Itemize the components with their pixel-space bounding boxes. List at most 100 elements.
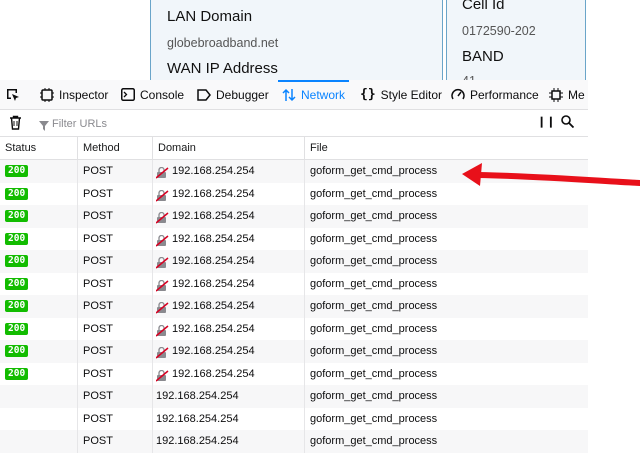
file-cell: goform_get_cmd_process xyxy=(310,390,438,402)
domain-cell: 192.168.254.254 xyxy=(153,205,305,228)
domain-text: 192.168.254.254 xyxy=(172,187,255,200)
console-icon xyxy=(121,88,135,101)
status-badge: 200 xyxy=(5,300,29,313)
domain-text: 192.168.254.254 xyxy=(172,300,255,312)
tab-label: Style Editor xyxy=(380,87,443,102)
tab-debugger[interactable]: Debugger xyxy=(197,80,269,109)
table-row[interactable]: 200 POST 192.168.254.254 goform_get_cmd_pro… xyxy=(0,205,588,228)
table-row[interactable]: 200 POST 192.168.254.254 goform_get_cmd_pro… xyxy=(0,362,588,385)
column-domain[interactable]: Domain xyxy=(153,137,305,159)
table-row[interactable]: 200 POST 192.168.254.254 goform_get_cmd_pro… xyxy=(0,160,588,183)
table-row[interactable]: 200 POST 192.168.254.254 goform_get_cmd_pro… xyxy=(0,340,588,363)
file-cell: goform_get_cmd_process xyxy=(310,322,438,335)
status-cell xyxy=(0,385,78,408)
search-icon[interactable] xyxy=(561,115,575,133)
domain-cell: 192.168.254.254 xyxy=(153,272,305,295)
status-cell: 200 xyxy=(0,160,78,183)
tab-label: Debugger xyxy=(216,87,269,102)
method-cell: POST xyxy=(78,205,153,228)
tab-console[interactable]: Console xyxy=(121,80,184,109)
inspector-icon xyxy=(40,87,54,102)
domain-cell: 192.168.254.254 xyxy=(153,182,305,205)
domain-cell: 192.168.254.254 xyxy=(153,362,305,385)
tab-network[interactable]: Network xyxy=(277,80,350,109)
domain-text: 192.168.254.254 xyxy=(172,255,255,267)
file-cell: goform_get_cmd_process xyxy=(310,232,438,245)
cell-id-value: 0172590-202 xyxy=(462,24,536,38)
tab-memory[interactable]: Me xyxy=(549,80,585,109)
domain-text: 192.168.254.254 xyxy=(172,322,255,335)
table-row[interactable]: 200 POST 192.168.254.254 goform_get_cmd_pro… xyxy=(0,182,588,205)
status-badge: 200 xyxy=(5,165,29,178)
tab-performance[interactable]: Performance xyxy=(451,80,539,109)
filter-urls-input[interactable] xyxy=(34,114,544,134)
column-status[interactable]: Status xyxy=(0,137,78,159)
domain-text: 192.168.254.254 xyxy=(172,345,255,357)
status-cell xyxy=(0,430,78,453)
column-method[interactable]: Method xyxy=(78,137,153,159)
domain-text: 192.168.254.254 xyxy=(172,367,255,380)
table-row[interactable]: 200 POST 192.168.254.254 goform_get_cmd_pro… xyxy=(0,295,588,318)
method-cell: POST xyxy=(78,295,153,318)
tab-label: Inspector xyxy=(59,87,109,102)
trash-icon[interactable] xyxy=(9,115,22,135)
insecure-connection-icon xyxy=(155,368,169,382)
status-cell: 200 xyxy=(0,250,78,273)
file-cell: goform_get_cmd_process xyxy=(310,345,438,357)
cell-info-card: Cell Id 0172590-202 BAND 41 xyxy=(446,0,586,80)
network-requests-table: Status Method Domain File 200 POST 192.168… xyxy=(0,137,588,453)
domain-text: 192.168.254.254 xyxy=(156,412,239,425)
status-badge: 200 xyxy=(5,345,29,358)
table-row[interactable]: POST 192.168.254.254 goform_get_cmd_proces… xyxy=(0,430,588,453)
file-cell: goform_get_cmd_process xyxy=(310,412,438,425)
domain-text: 192.168.254.254 xyxy=(156,390,239,402)
cell-id-label: Cell Id xyxy=(462,0,505,13)
insecure-connection-icon xyxy=(155,278,169,292)
tab-label: Network xyxy=(301,87,346,102)
tab-style-editor[interactable]: {} Style Editor xyxy=(360,80,442,109)
tab-label: Performance xyxy=(470,87,539,102)
domain-cell: 192.168.254.254 xyxy=(153,340,305,363)
domain-cell: 192.168.254.254 xyxy=(153,160,305,183)
column-file[interactable]: File xyxy=(305,137,588,159)
insecure-connection-icon xyxy=(155,323,169,337)
status-badge: 200 xyxy=(5,187,29,200)
status-cell: 200 xyxy=(0,295,78,318)
performance-icon xyxy=(451,88,465,102)
file-cell: goform_get_cmd_process xyxy=(310,300,438,312)
status-badge: 200 xyxy=(5,210,29,223)
table-row[interactable]: 200 POST 192.168.254.254 goform_get_cmd_pro… xyxy=(0,272,588,295)
file-cell: goform_get_cmd_process xyxy=(310,435,438,447)
table-row[interactable]: POST 192.168.254.254 goform_get_cmd_proces… xyxy=(0,407,588,430)
method-cell: POST xyxy=(78,317,153,340)
table-row[interactable]: 200 POST 192.168.254.254 goform_get_cmd_pro… xyxy=(0,227,588,250)
tab-inspector[interactable]: Inspector xyxy=(40,80,108,109)
status-cell: 200 xyxy=(0,317,78,340)
web-page-content: LAN Domain globebroadband.net WAN IP Add… xyxy=(0,0,640,80)
file-cell: goform_get_cmd_process xyxy=(310,187,438,200)
page-margin xyxy=(588,80,640,449)
file-cell: goform_get_cmd_process xyxy=(310,367,438,380)
status-badge: 200 xyxy=(5,367,29,380)
table-row[interactable]: POST 192.168.254.254 goform_get_cmd_proces… xyxy=(0,385,588,408)
method-cell: POST xyxy=(78,182,153,205)
insecure-connection-icon xyxy=(155,210,169,224)
method-cell: POST xyxy=(78,250,153,273)
file-cell: goform_get_cmd_process xyxy=(310,210,438,222)
status-badge: 200 xyxy=(5,255,29,268)
method-cell: POST xyxy=(78,362,153,385)
element-picker-icon[interactable] xyxy=(5,87,21,108)
pause-icon[interactable]: ❙❙ xyxy=(537,115,555,128)
table-row[interactable]: 200 POST 192.168.254.254 goform_get_cmd_pro… xyxy=(0,317,588,340)
domain-text: 192.168.254.254 xyxy=(172,165,255,177)
domain-cell: 192.168.254.254 xyxy=(153,430,305,453)
lan-info-card: LAN Domain globebroadband.net WAN IP Add… xyxy=(150,0,443,80)
table-row[interactable]: 200 POST 192.168.254.254 goform_get_cmd_pro… xyxy=(0,250,588,273)
domain-text: 192.168.254.254 xyxy=(172,210,255,222)
file-cell: goform_get_cmd_process xyxy=(310,165,438,177)
file-cell: goform_get_cmd_process xyxy=(310,255,438,267)
method-cell: POST xyxy=(78,227,153,250)
status-cell: 200 xyxy=(0,340,78,363)
insecure-connection-icon xyxy=(155,255,169,269)
method-cell: POST xyxy=(78,385,153,408)
